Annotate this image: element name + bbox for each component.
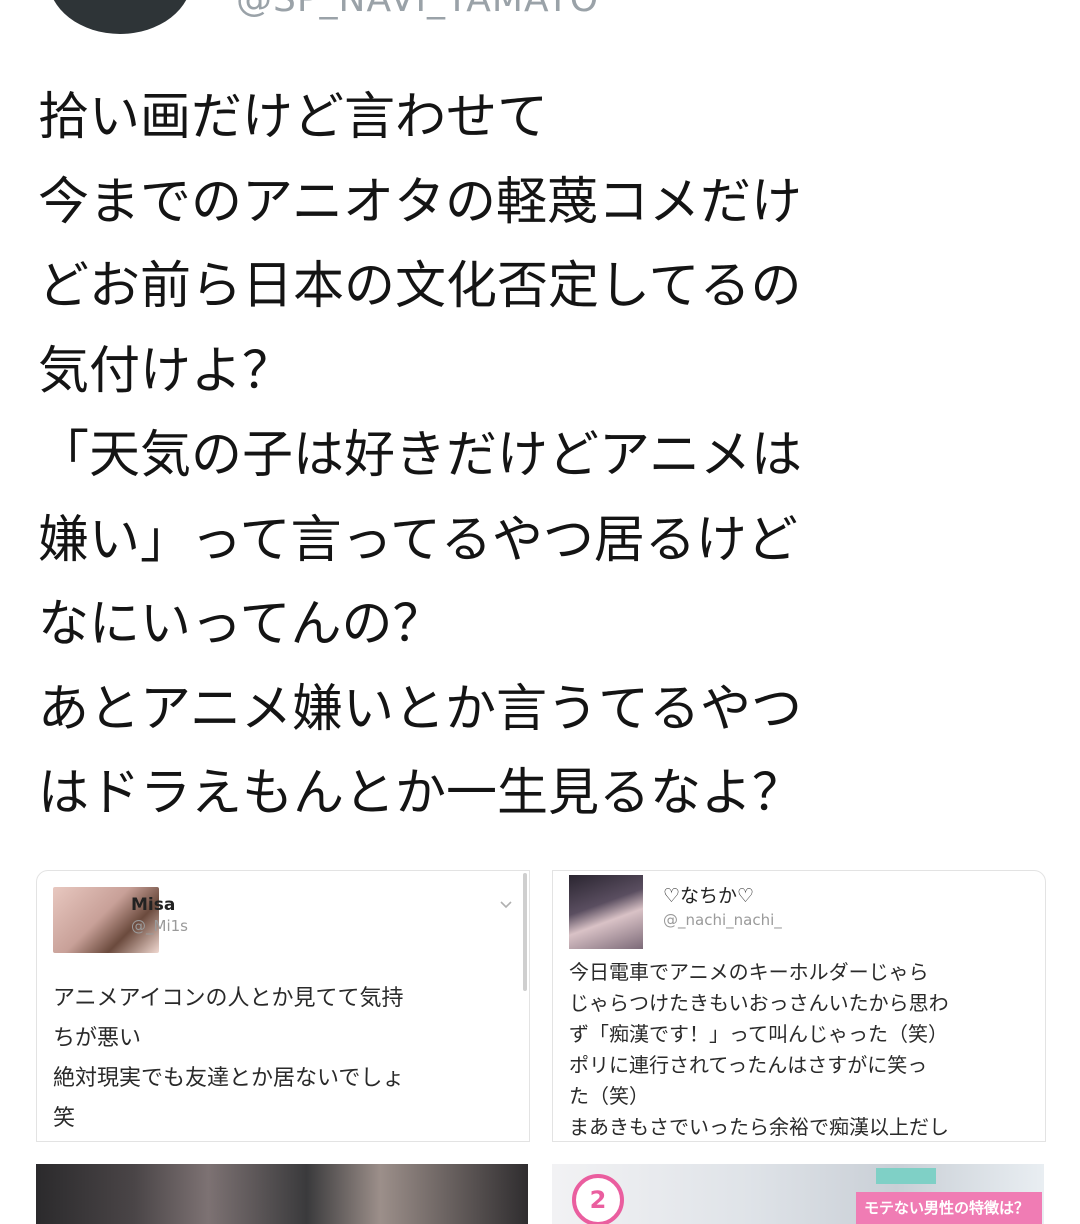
tweet-line: 嫌い」って言ってるやつ居るけど [38,510,798,570]
card-author-handle: @_nachi_nachi_ [663,911,782,929]
user-handle[interactable]: @SP_NAVI_YAMATO [236,0,599,24]
card-line: アニメアイコンの人とか見てて気持 [53,986,404,1011]
image-caption: モテない男性の特徴は？ [856,1192,1042,1224]
tweet-line: 拾い画だけど言わせて [38,88,549,147]
media-image-3[interactable] [36,1164,528,1224]
card-text: 今日電車でアニメのキーホルダーじゃら じゃらつけたきもいおっさんいたから思わ ず… [569,957,949,1141]
avatar[interactable] [48,0,192,34]
card-line: ず「痴漢です！」って叫んじゃった（笑） [569,1022,948,1046]
tweet-line: 「天気の子は好きだけどアニメは [38,426,802,485]
card-author-handle: @_Mi1s [131,917,188,935]
card-line: ポリに連行されてったんはさすがに笑っ [569,1053,928,1077]
card-author-name: Misa [131,895,176,915]
tweet-line: 今までのアニオタの軽蔑コメだけ [38,172,802,232]
tweet-text: 拾い画だけど言わせて 今までのアニオタの軽蔑コメだけ どお前ら日本の文化否定して… [38,76,1048,837]
card-avatar-image [569,875,643,949]
card-line: まあきもさでいったら余裕で痴漢以上だし [569,1115,949,1139]
media-image-4[interactable]: 2 モテない男性の特徴は？ [552,1164,1044,1224]
tweet-line: 気付けよ？ [38,341,294,401]
image-tag [876,1168,936,1184]
number-badge: 2 [572,1174,624,1224]
card-line: ちが悪い [53,1026,142,1051]
card-line: じゃらつけたきもいおっさんいたから思わ [569,991,949,1015]
media-image-1[interactable]: Misa @_Mi1s アニメアイコンの人とか見てて気持 ちが悪い 絶対現実でも… [36,870,530,1142]
card-line: 絶対現実でも友達とか居ないでしょ [53,1066,405,1091]
tweet-line: どお前ら日本の文化否定してるの [38,257,802,316]
chevron-down-icon [499,897,513,911]
card-line: 笑 [53,1106,76,1131]
scrollbar [523,873,527,991]
card-line: 今日電車でアニメのキーホルダーじゃら [569,960,929,984]
card-line: た（笑） [569,1084,649,1108]
tweet-line: はドラえもんとか一生見るなよ？ [38,764,804,823]
card-text: アニメアイコンの人とか見てて気持 ちが悪い 絶対現実でも友達とか居ないでしょ 笑 [53,979,404,1139]
card-author-name: ♡なちか♡ [663,885,755,907]
media-image-2[interactable]: ♡なちか♡ @_nachi_nachi_ 今日電車でアニメのキーホルダーじゃら … [552,870,1046,1142]
tweet-line: なにいってんの？ [38,595,444,654]
tweet-line: あとアニメ嫌いとか言うてるやつ [38,679,802,739]
